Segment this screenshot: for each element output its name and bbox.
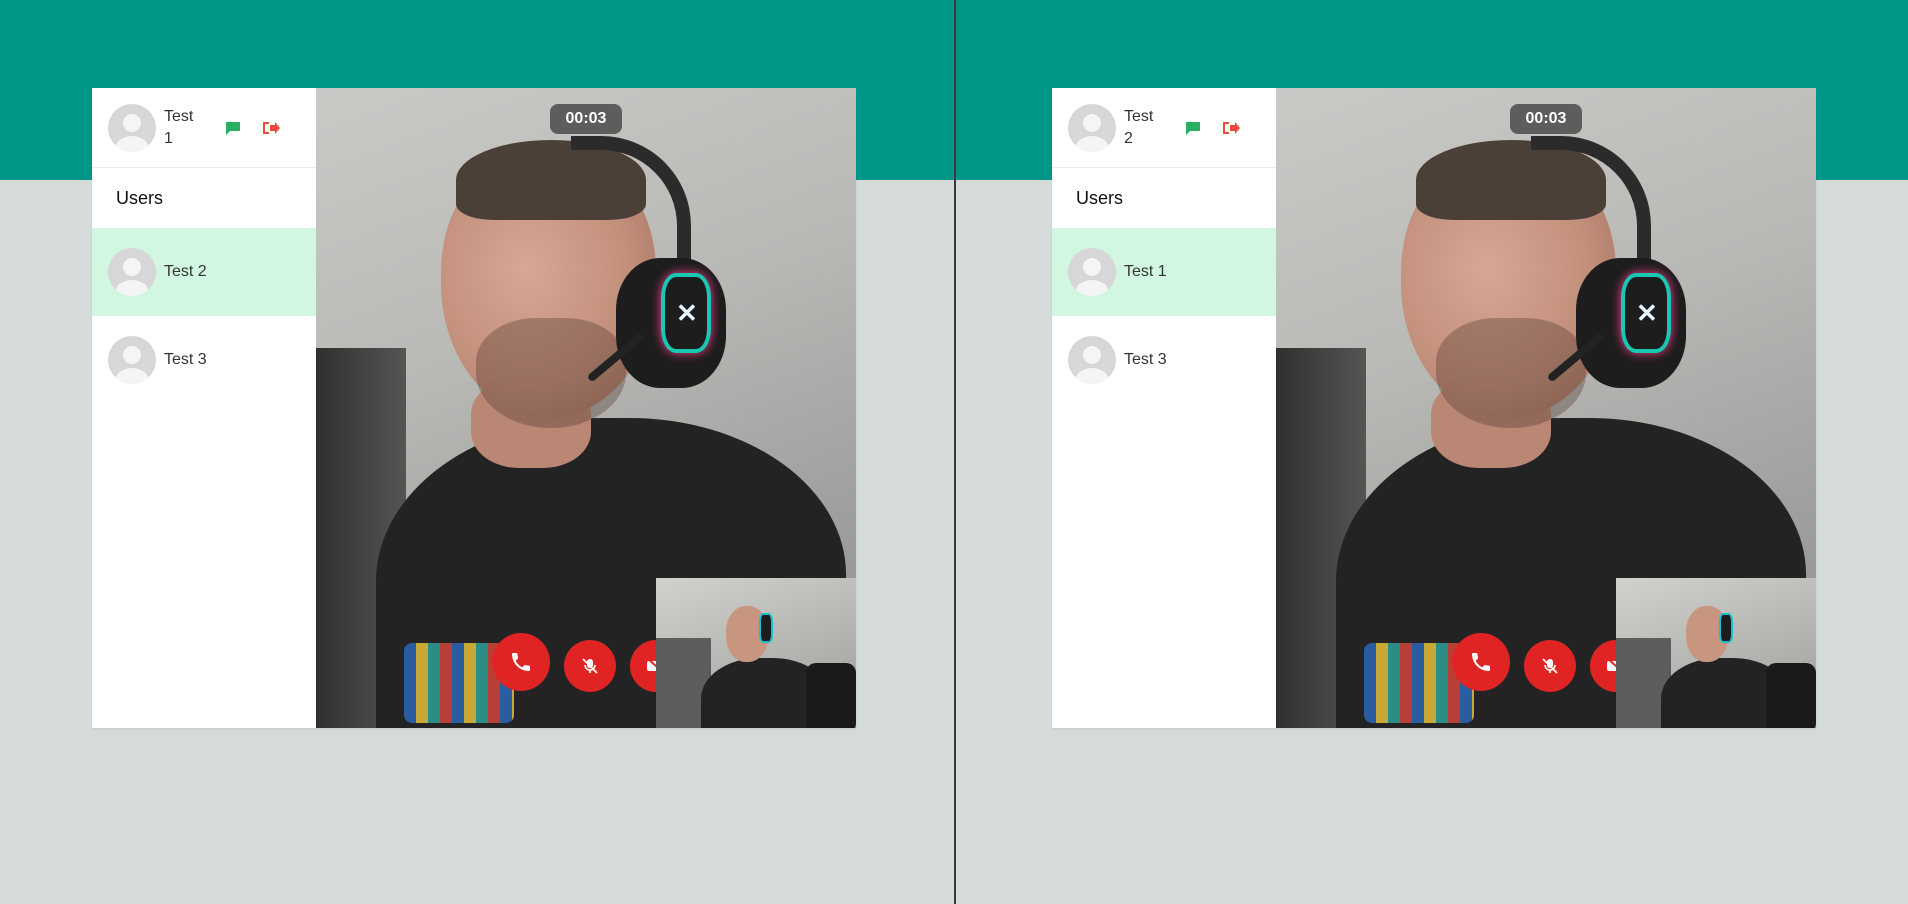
phone-icon bbox=[512, 653, 530, 671]
users-heading: Users bbox=[1076, 188, 1124, 208]
user-name: Test 1 bbox=[1124, 263, 1167, 280]
mute-button[interactable] bbox=[1524, 640, 1576, 692]
local-video-preview bbox=[656, 578, 856, 728]
user-name: Test 3 bbox=[164, 351, 207, 368]
user-list-item[interactable]: Test 1 bbox=[1052, 228, 1276, 316]
chat-app: Test 1 Users Test 2 Test 3 ✕ 00:03 bbox=[92, 88, 856, 728]
call-controls bbox=[1452, 633, 1642, 692]
logout-icon[interactable] bbox=[260, 117, 282, 139]
call-timer: 00:03 bbox=[550, 104, 622, 134]
remote-video: ✕ 00:03 bbox=[1276, 88, 1816, 728]
hangup-button[interactable] bbox=[1452, 633, 1510, 691]
current-user-header: Test 1 bbox=[92, 88, 316, 168]
avatar bbox=[108, 103, 156, 152]
local-video-preview bbox=[1616, 578, 1816, 728]
call-timer: 00:03 bbox=[1510, 104, 1582, 134]
call-controls bbox=[492, 633, 682, 692]
sidebar: Test 2 Users Test 1 Test 3 bbox=[1052, 88, 1276, 728]
avatar bbox=[1068, 103, 1116, 152]
remote-video: ✕ 00:03 bbox=[316, 88, 856, 728]
sidebar: Test 1 Users Test 2 Test 3 bbox=[92, 88, 316, 728]
left-client-pane: Test 1 Users Test 2 Test 3 ✕ 00:03 bbox=[0, 0, 954, 904]
chat-icon[interactable] bbox=[1182, 117, 1204, 139]
user-name: Test 3 bbox=[1124, 351, 1167, 368]
current-user-name: Test 1 bbox=[164, 107, 194, 147]
logout-icon[interactable] bbox=[1220, 117, 1242, 139]
user-list-item[interactable]: Test 3 bbox=[92, 316, 316, 404]
mic-off-icon bbox=[1542, 658, 1558, 674]
current-user-header: Test 2 bbox=[1052, 88, 1276, 168]
avatar bbox=[108, 248, 156, 296]
phone-icon bbox=[1472, 653, 1490, 671]
avatar bbox=[108, 336, 156, 384]
users-heading: Users bbox=[116, 188, 164, 208]
chat-app: Test 2 Users Test 1 Test 3 ✕ 00:03 bbox=[1052, 88, 1816, 728]
hangup-button[interactable] bbox=[492, 633, 550, 691]
user-list-item[interactable]: Test 3 bbox=[1052, 316, 1276, 404]
mute-button[interactable] bbox=[564, 640, 616, 692]
avatar bbox=[1068, 248, 1116, 296]
right-client-pane: Test 2 Users Test 1 Test 3 ✕ 00:03 bbox=[956, 0, 1908, 904]
current-user-name: Test 2 bbox=[1124, 107, 1154, 147]
user-list-item[interactable]: Test 2 bbox=[92, 228, 316, 316]
mic-off-icon bbox=[582, 658, 598, 674]
chat-icon[interactable] bbox=[222, 117, 244, 139]
user-name: Test 2 bbox=[164, 263, 207, 280]
avatar bbox=[1068, 336, 1116, 384]
